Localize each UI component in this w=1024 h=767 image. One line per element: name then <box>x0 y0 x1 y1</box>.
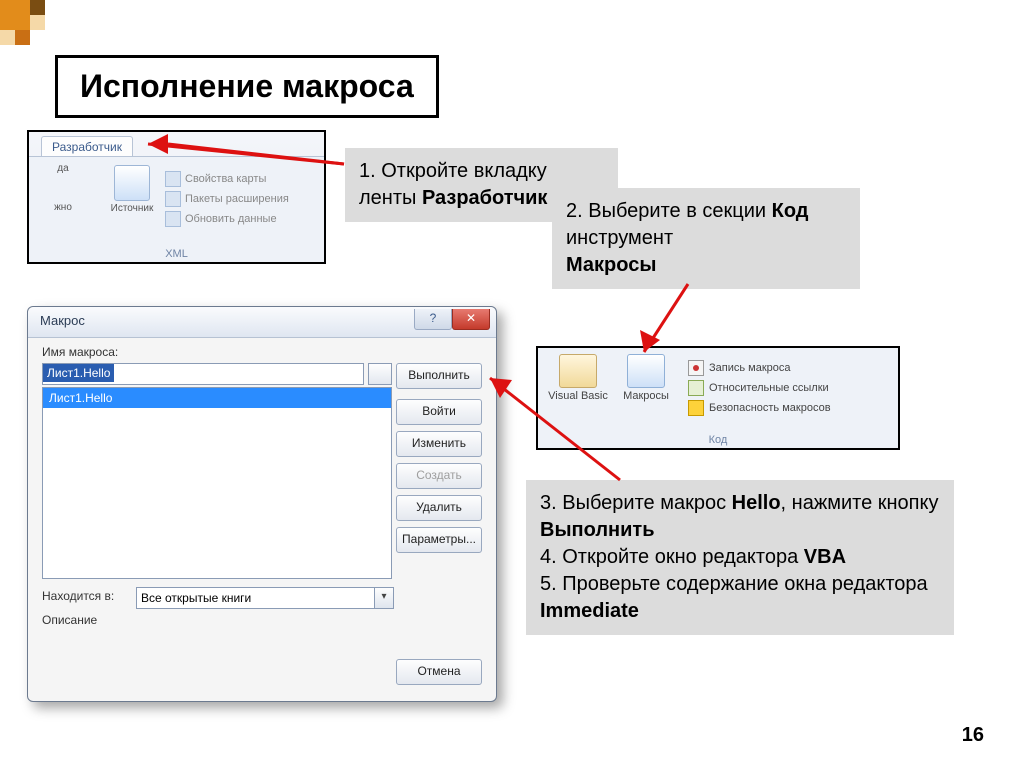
ribbon-tab-developer[interactable]: Разработчик <box>41 136 133 157</box>
macro-name-input[interactable]: Лист1.Hello <box>42 363 364 385</box>
ribbon-cutoff-1: да <box>33 163 93 174</box>
refresh-data[interactable]: Обновить данные <box>165 211 289 227</box>
ribbon-fragment: Разработчик да жно Источник Свойства кар… <box>27 130 326 264</box>
warning-icon <box>688 400 704 416</box>
description-label: Описание <box>42 613 97 627</box>
expansion-packs-icon <box>165 191 181 207</box>
ref-edit-button[interactable] <box>368 363 392 385</box>
refresh-icon <box>165 211 181 227</box>
ribbon-cutoff-2: жно <box>33 202 93 213</box>
located-in-label: Находится в: <box>42 589 114 603</box>
callout-steps-3-5: 3. Выберите макрос Hello, нажмите кнопку… <box>526 480 954 635</box>
create-button[interactable]: Создать <box>396 463 482 489</box>
macro-name-label: Имя макроса: <box>42 345 118 359</box>
relative-refs[interactable]: Относительные ссылки <box>688 380 831 396</box>
macros-icon <box>627 354 665 388</box>
chevron-down-icon[interactable]: ▾ <box>374 588 393 608</box>
source-label: Источник <box>107 203 157 214</box>
expansion-packs[interactable]: Пакеты расширения <box>165 191 289 207</box>
macro-security[interactable]: Безопасность макросов <box>688 400 831 416</box>
callout-step-2: 2. Выберите в секции Код инструмент Макр… <box>552 188 860 289</box>
record-icon <box>688 360 704 376</box>
list-item[interactable]: Лист1.Hello <box>43 388 391 408</box>
close-button[interactable]: ✕ <box>452 309 490 330</box>
delete-button[interactable]: Удалить <box>396 495 482 521</box>
step-into-button[interactable]: Войти <box>396 399 482 425</box>
located-in-combo[interactable]: Все открытые книги ▾ <box>136 587 394 609</box>
visual-basic-icon <box>559 354 597 388</box>
cancel-button[interactable]: Отмена <box>396 659 482 685</box>
map-properties[interactable]: Свойства карты <box>165 171 289 187</box>
page-number: 16 <box>962 724 984 747</box>
run-button[interactable]: Выполнить <box>396 363 482 389</box>
map-properties-icon <box>165 171 181 187</box>
dialog-title: Макрос <box>40 313 85 328</box>
options-button[interactable]: Параметры... <box>396 527 482 553</box>
source-icon[interactable] <box>114 165 150 201</box>
relative-refs-icon <box>688 380 704 396</box>
edit-button[interactable]: Изменить <box>396 431 482 457</box>
ribbon-code-group: Visual Basic Макросы Запись макроса Отно… <box>536 346 900 450</box>
ribbon-group-code: Код <box>538 434 898 446</box>
ribbon-group-xml: XML <box>29 248 324 260</box>
macro-dialog: Макрос ? ✕ Имя макроса: Лист1.Hello Лист… <box>27 306 497 702</box>
slide-title: Исполнение макроса <box>55 55 439 118</box>
visual-basic-button[interactable]: Visual Basic <box>548 354 608 402</box>
macros-button[interactable]: Макросы <box>616 354 676 402</box>
record-macro[interactable]: Запись макроса <box>688 360 831 376</box>
macro-list[interactable]: Лист1.Hello <box>42 387 392 579</box>
help-button[interactable]: ? <box>414 309 452 330</box>
